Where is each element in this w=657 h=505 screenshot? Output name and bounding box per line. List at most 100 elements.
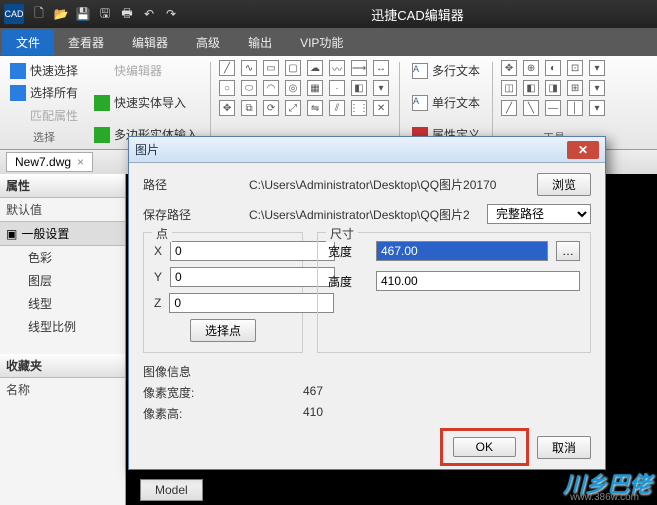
- polygon-icon: [94, 127, 110, 143]
- t4-icon[interactable]: ⊡: [567, 60, 583, 76]
- t2-icon[interactable]: ⊕: [523, 60, 539, 76]
- mtext-icon: A: [412, 63, 428, 79]
- prop-ltype[interactable]: 线型: [0, 292, 125, 315]
- circle-icon[interactable]: ○: [219, 80, 235, 96]
- browse-button[interactable]: 浏览: [537, 173, 591, 196]
- title-bar: CAD 🗋 📂 💾 🖫 🖶 ↶ ↷ 迅捷CAD编辑器: [0, 0, 657, 28]
- move-icon[interactable]: ✥: [219, 100, 235, 116]
- height-input[interactable]: [376, 271, 580, 291]
- app-logo: CAD: [4, 4, 24, 24]
- scale-icon[interactable]: ⤢: [285, 100, 301, 116]
- select-all-button[interactable]: 选择所有: [6, 82, 82, 103]
- path-label: 路径: [143, 176, 243, 193]
- xline-icon[interactable]: ↔: [373, 60, 389, 76]
- t9-icon[interactable]: ⊞: [567, 80, 583, 96]
- size-legend: 尺寸: [326, 225, 358, 242]
- hatch-icon[interactable]: ▦: [307, 80, 323, 96]
- pick-point-button[interactable]: 选择点: [190, 319, 256, 342]
- mirror-icon[interactable]: ⇋: [307, 100, 323, 116]
- rect-icon[interactable]: ▭: [263, 60, 279, 76]
- match-props-button: 匹配属性: [6, 105, 82, 126]
- dialog-title: 图片: [135, 141, 159, 158]
- cancel-button[interactable]: 取消: [537, 436, 591, 459]
- open-icon[interactable]: 📂: [50, 3, 72, 25]
- saveall-icon[interactable]: 🖫: [94, 3, 116, 25]
- rotate-icon[interactable]: ⟳: [263, 100, 279, 116]
- spline-icon[interactable]: 〰: [329, 60, 345, 76]
- save-icon[interactable]: 💾: [72, 3, 94, 25]
- quick-editor-button: 快编辑器: [90, 60, 202, 81]
- stext-button[interactable]: A单行文本: [408, 92, 484, 113]
- block-icon[interactable]: ◧: [351, 80, 367, 96]
- path-mode-select[interactable]: 完整路径: [487, 204, 591, 224]
- dialog-close-button[interactable]: ✕: [567, 141, 599, 159]
- model-tab[interactable]: Model: [140, 479, 203, 501]
- path-value: C:\Users\Administrator\Desktop\QQ图片20170: [249, 176, 531, 193]
- stext-icon: A: [412, 95, 428, 111]
- new-icon[interactable]: 🗋: [28, 3, 50, 25]
- tools-grid: ✥ ⊕ ◐ ⊡ ▾ ◫ ◧ ◨ ⊞ ▾ ╱ ╲ — │ ▾: [501, 60, 607, 116]
- save-path-value: C:\Users\Administrator\Desktop\QQ图片2: [249, 206, 481, 223]
- section-general[interactable]: ▣一般设置: [0, 221, 125, 246]
- y-input[interactable]: [170, 267, 335, 287]
- tab-output[interactable]: 输出: [234, 30, 286, 55]
- t12-icon[interactable]: ╲: [523, 100, 539, 116]
- array-icon[interactable]: ⋮⋮: [351, 100, 367, 116]
- erase-icon[interactable]: ✕: [373, 100, 389, 116]
- img-info-label: 图像信息: [143, 363, 591, 380]
- dialog-titlebar: 图片 ✕: [129, 137, 605, 163]
- collapse-icon: ▣: [6, 227, 17, 241]
- close-icon[interactable]: ×: [77, 155, 84, 169]
- quick-select-button[interactable]: 快速选择: [6, 60, 82, 81]
- t3-icon[interactable]: ◐: [545, 60, 561, 76]
- x-input[interactable]: [170, 241, 335, 261]
- t8-icon[interactable]: ◨: [545, 80, 561, 96]
- width-input[interactable]: [376, 241, 548, 261]
- ok-button[interactable]: OK: [453, 437, 516, 457]
- donut-icon[interactable]: ◎: [285, 80, 301, 96]
- ellipse-icon[interactable]: ⬭: [241, 80, 257, 96]
- t6-icon[interactable]: ◫: [501, 80, 517, 96]
- width-more-button[interactable]: …: [556, 241, 580, 261]
- tab-view[interactable]: 查看器: [54, 30, 118, 55]
- px-width-label: 像素宽度:: [143, 384, 243, 401]
- more-icon[interactable]: ▾: [373, 80, 389, 96]
- copy-icon[interactable]: ⧉: [241, 100, 257, 116]
- ray-icon[interactable]: ⟶: [351, 60, 367, 76]
- print-icon[interactable]: 🖶: [116, 3, 138, 25]
- arc-icon[interactable]: ◠: [263, 80, 279, 96]
- nav-icon[interactable]: ✥: [501, 60, 517, 76]
- prop-lscale[interactable]: 线型比例: [0, 315, 125, 338]
- prop-color[interactable]: 色彩: [0, 246, 125, 269]
- offset-icon[interactable]: ⫽: [329, 100, 345, 116]
- t14-icon[interactable]: │: [567, 100, 583, 116]
- mtext-button[interactable]: A多行文本: [408, 60, 484, 81]
- point-icon[interactable]: ·: [329, 80, 345, 96]
- quick-entity-import-button[interactable]: 快速实体导入: [90, 92, 202, 113]
- t13-icon[interactable]: —: [545, 100, 561, 116]
- z-input[interactable]: [169, 293, 334, 313]
- t5-icon[interactable]: ▾: [589, 60, 605, 76]
- tab-file[interactable]: 文件: [2, 30, 54, 55]
- tab-advanced[interactable]: 高级: [182, 30, 234, 55]
- revcloud-icon[interactable]: ☁: [307, 60, 323, 76]
- rect2-icon[interactable]: ▢: [285, 60, 301, 76]
- polyline-icon[interactable]: ∿: [241, 60, 257, 76]
- x-label: X: [154, 244, 162, 258]
- bolt-icon: [10, 63, 26, 79]
- t11-icon[interactable]: ╱: [501, 100, 517, 116]
- menu-bar: 文件 查看器 编辑器 高级 输出 VIP功能: [0, 28, 657, 56]
- panel-title-props: 属性: [0, 174, 125, 198]
- t10-icon[interactable]: ▾: [589, 80, 605, 96]
- redo-icon[interactable]: ↷: [160, 3, 182, 25]
- import-icon: [94, 95, 110, 111]
- prop-layer[interactable]: 图层: [0, 269, 125, 292]
- t7-icon[interactable]: ◧: [523, 80, 539, 96]
- doc-tab[interactable]: New7.dwg ×: [6, 152, 93, 172]
- select-all-icon: [10, 85, 26, 101]
- tab-editor[interactable]: 编辑器: [118, 30, 182, 55]
- t15-icon[interactable]: ▾: [589, 100, 605, 116]
- undo-icon[interactable]: ↶: [138, 3, 160, 25]
- tab-vip[interactable]: VIP功能: [286, 30, 357, 55]
- line-icon[interactable]: ╱: [219, 60, 235, 76]
